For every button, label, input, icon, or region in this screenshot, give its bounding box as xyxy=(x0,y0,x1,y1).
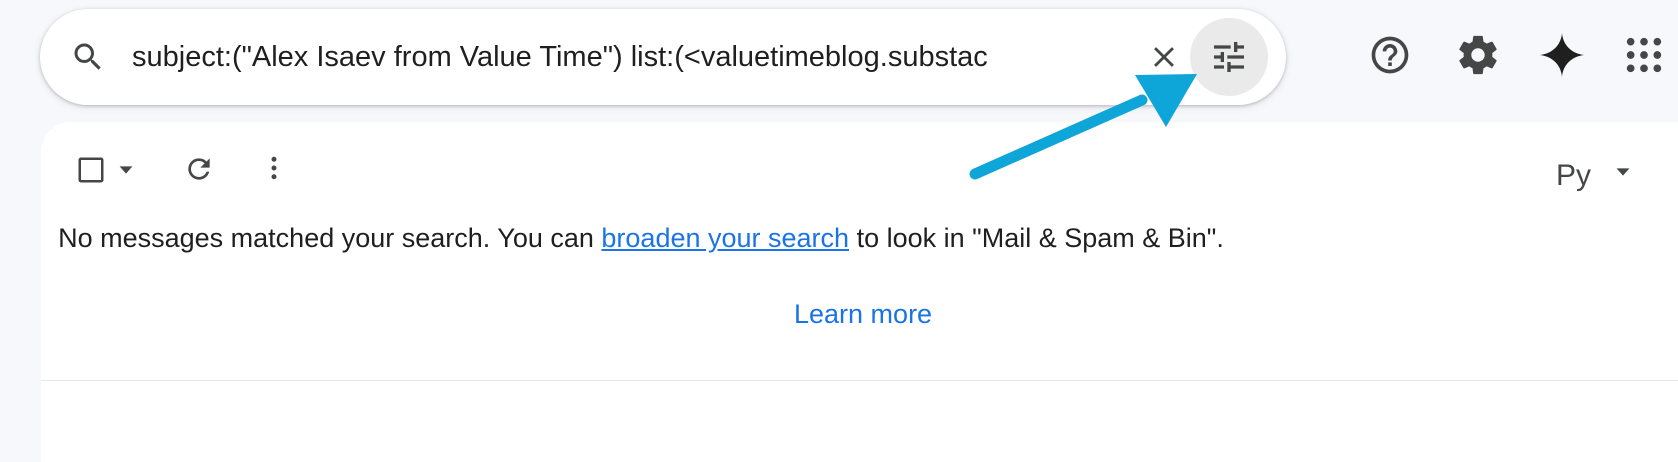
settings-icon[interactable] xyxy=(1454,31,1502,79)
search-bar: subject:("Alex Isaev from Value Time") l… xyxy=(40,9,1286,105)
chevron-down-icon[interactable] xyxy=(115,156,137,184)
search-options-icon xyxy=(1214,42,1244,72)
broaden-search-link[interactable]: broaden your search xyxy=(601,223,849,253)
empty-message-prefix: No messages matched your search. You can xyxy=(58,223,602,253)
empty-message-suffix: to look in "Mail & Spam & Bin". xyxy=(849,223,1224,253)
checkbox-icon[interactable] xyxy=(73,152,109,188)
close-icon xyxy=(1154,47,1174,67)
input-language-label[interactable]: Py xyxy=(1556,158,1591,194)
apps-icon[interactable] xyxy=(1620,31,1668,79)
message-list-panel: Py No messages matched your search. You … xyxy=(41,122,1678,462)
clear-search-button[interactable] xyxy=(1144,37,1184,77)
language-dropdown-icon[interactable] xyxy=(1612,158,1634,186)
gemini-icon[interactable] xyxy=(1538,31,1586,79)
search-input[interactable]: subject:("Alex Isaev from Value Time") l… xyxy=(132,37,1134,77)
refresh-icon[interactable] xyxy=(180,150,218,188)
empty-state-message: No messages matched your search. You can… xyxy=(41,218,1678,258)
learn-more-link[interactable]: Learn more xyxy=(794,294,932,334)
search-options-button[interactable] xyxy=(1190,18,1268,96)
divider xyxy=(41,380,1678,381)
more-vert-icon[interactable] xyxy=(259,148,289,188)
help-icon[interactable] xyxy=(1366,31,1414,79)
search-icon[interactable] xyxy=(70,39,106,75)
